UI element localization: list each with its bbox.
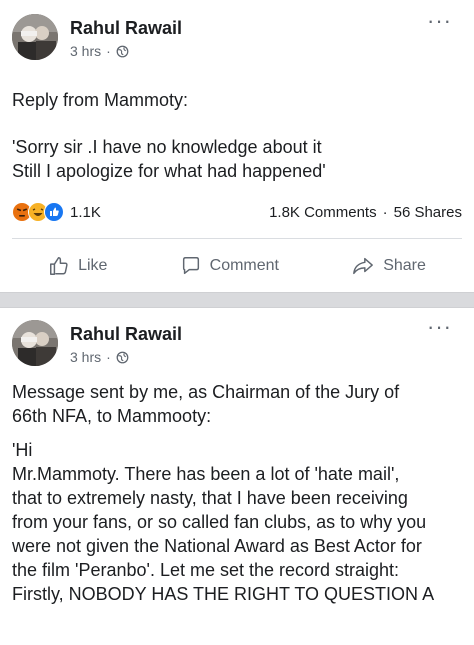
avatar-photo-icon: [12, 320, 58, 366]
author-name[interactable]: Rahul Rawail: [70, 17, 182, 39]
meta-separator: ·: [106, 43, 111, 59]
post-actions-bar: Like Comment Share: [12, 238, 462, 293]
meta-separator: ·: [106, 349, 111, 365]
post-text-intro: Message sent by me, as Chairman of the J…: [12, 380, 462, 428]
like-icon: [44, 202, 64, 222]
post-card-2: Rahul Rawail 3 hrs · ··· Message sent by…: [0, 308, 474, 645]
avatar-photo-icon: [12, 14, 58, 60]
like-label: Like: [78, 257, 108, 274]
text-line: from your fans, or so called fan clubs, …: [12, 512, 427, 532]
feed-separator: [0, 292, 474, 308]
text-line: the film 'Peranbo'. Let me set the recor…: [12, 560, 400, 580]
engagement-stats: 1.8K Comments · 56 Shares: [269, 204, 462, 221]
comment-label: Comment: [209, 257, 279, 274]
thumbs-up-icon: [50, 257, 68, 275]
author-name[interactable]: Rahul Rawail: [70, 323, 182, 345]
post-card-1: Rahul Rawail 3 hrs · ··· Reply from Mamm…: [0, 0, 474, 292]
text-line: 'Sorry sir .I have no knowledge about it: [12, 137, 322, 157]
globe-icon: [116, 45, 129, 57]
text-line: that to extremely nasty, that I have bee…: [12, 488, 408, 508]
like-button[interactable]: Like: [48, 255, 107, 277]
text-line: 'Hi: [12, 440, 33, 460]
share-button[interactable]: Share: [351, 255, 426, 277]
comment-button[interactable]: Comment: [180, 255, 279, 277]
reaction-count[interactable]: 1.1K: [70, 204, 101, 221]
stats-separator: ·: [382, 203, 388, 221]
text-line: were not given the National Award as Bes…: [12, 536, 422, 556]
post-header: Rahul Rawail 3 hrs ·: [12, 14, 182, 61]
reactions-row: 1.1K 1.8K Comments · 56 Shares: [12, 200, 462, 224]
text-line: Message sent by me, as Chairman of the J…: [12, 382, 400, 402]
post-text-quote: 'Sorry sir .I have no knowledge about it…: [12, 135, 462, 183]
text-line: Still I apologize for what had happened': [12, 161, 326, 181]
post-text-message: 'Hi Mr.Mammoty. There has been a lot of …: [12, 438, 462, 606]
post-meta: 3 hrs ·: [70, 347, 182, 367]
author-avatar[interactable]: [12, 14, 58, 60]
post-time[interactable]: 3 hrs: [70, 347, 101, 367]
globe-icon: [116, 351, 129, 363]
more-options-button[interactable]: ···: [427, 10, 452, 32]
comment-bubble-icon: [182, 257, 199, 275]
post-time[interactable]: 3 hrs: [70, 41, 101, 61]
shares-count[interactable]: 56 Shares: [394, 204, 462, 221]
text-line: Reply from Mammoty:: [12, 90, 189, 110]
text-line: Firstly, NOBODY HAS THE RIGHT TO QUESTIO…: [12, 584, 435, 604]
text-line: Mr.Mammoty. There has been a lot of 'hat…: [12, 464, 400, 484]
comments-count[interactable]: 1.8K Comments: [269, 204, 377, 221]
share-arrow-icon: [353, 257, 374, 275]
more-options-button[interactable]: ···: [427, 316, 452, 338]
post-meta: 3 hrs ·: [70, 41, 182, 61]
share-label: Share: [383, 257, 426, 274]
post-header: Rahul Rawail 3 hrs ·: [12, 320, 182, 367]
reaction-summary[interactable]: 1.1K: [12, 202, 101, 222]
author-avatar[interactable]: [12, 320, 58, 366]
text-line: 66th NFA, to Mammooty:: [12, 406, 212, 426]
post-text-intro: Reply from Mammoty:: [12, 88, 462, 112]
